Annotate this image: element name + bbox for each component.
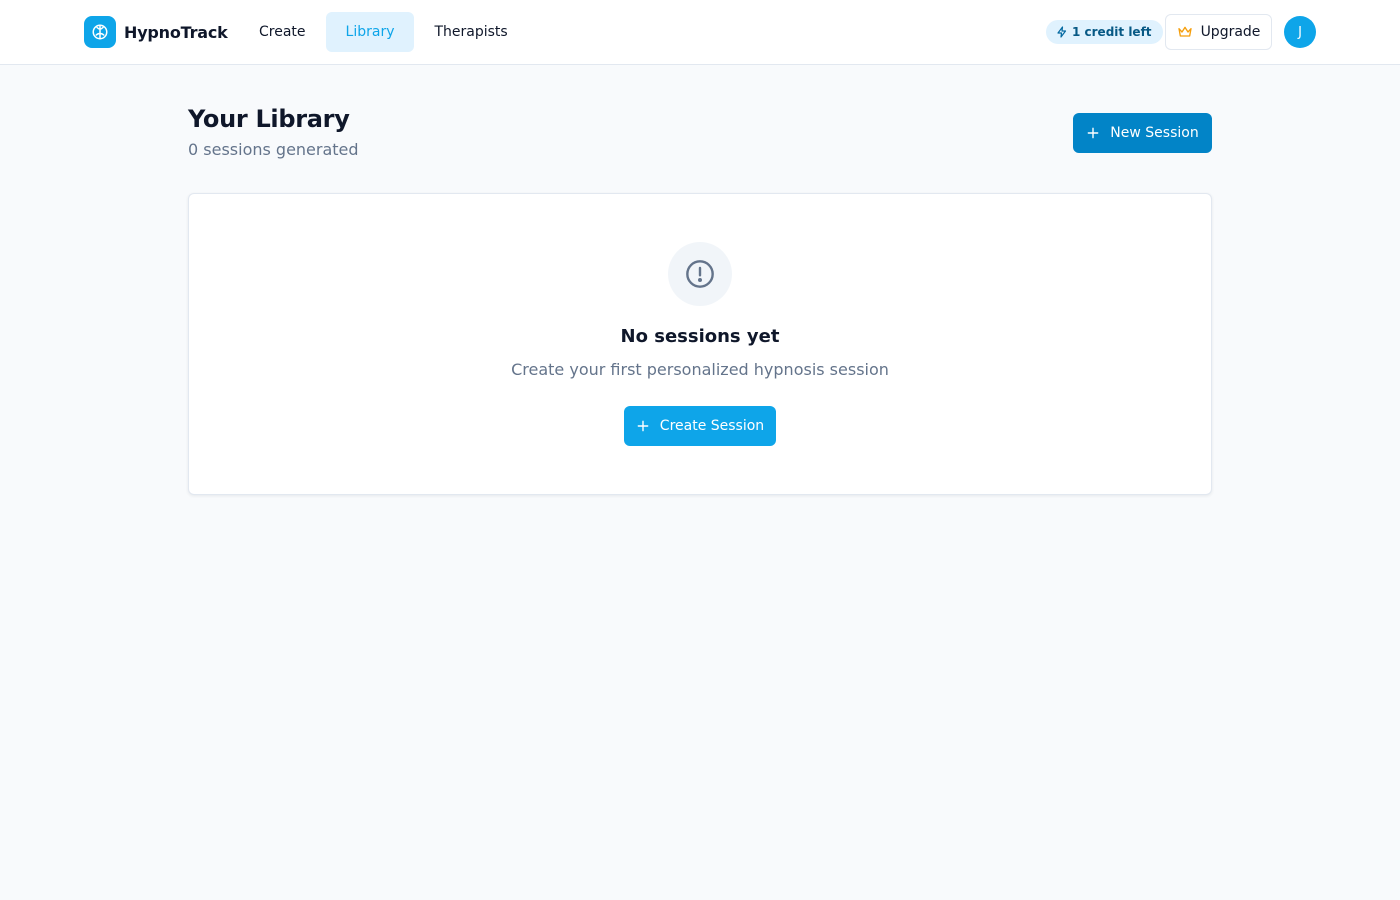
upgrade-label: Upgrade — [1200, 24, 1261, 40]
create-session-button[interactable]: Create Session — [624, 406, 776, 446]
empty-state-text: Create your first personalized hypnosis … — [511, 360, 889, 379]
new-session-button[interactable]: New Session — [1073, 113, 1212, 153]
nav-item-library[interactable]: Library — [325, 12, 415, 52]
crown-icon — [1177, 26, 1192, 37]
session-count: 0 sessions generated — [188, 140, 359, 159]
empty-state-title: No sessions yet — [620, 326, 780, 347]
credits-text: 1 credit left — [1072, 25, 1152, 39]
credits-badge: 1 credit left — [1046, 20, 1163, 44]
top-navbar: HypnoTrack Create Library Therapists 1 c… — [0, 0, 1400, 65]
brand-name: HypnoTrack — [124, 22, 228, 42]
upgrade-button[interactable]: Upgrade — [1165, 14, 1272, 50]
alert-circle-icon — [668, 242, 732, 306]
nav-item-therapists[interactable]: Therapists — [414, 12, 527, 52]
lightning-icon — [1057, 26, 1067, 38]
empty-state-card: No sessions yet Create your first person… — [188, 193, 1212, 495]
nav-item-create[interactable]: Create — [239, 12, 326, 52]
plus-icon — [637, 420, 649, 432]
plus-icon — [1087, 127, 1099, 139]
create-session-label: Create Session — [659, 418, 765, 434]
page-title: Your Library — [188, 105, 350, 133]
user-avatar[interactable]: J — [1284, 16, 1316, 48]
new-session-label: New Session — [1110, 125, 1199, 141]
main-nav: Create Library Therapists — [239, 12, 528, 52]
brand-link[interactable]: HypnoTrack — [84, 16, 228, 48]
brain-icon — [84, 16, 116, 48]
